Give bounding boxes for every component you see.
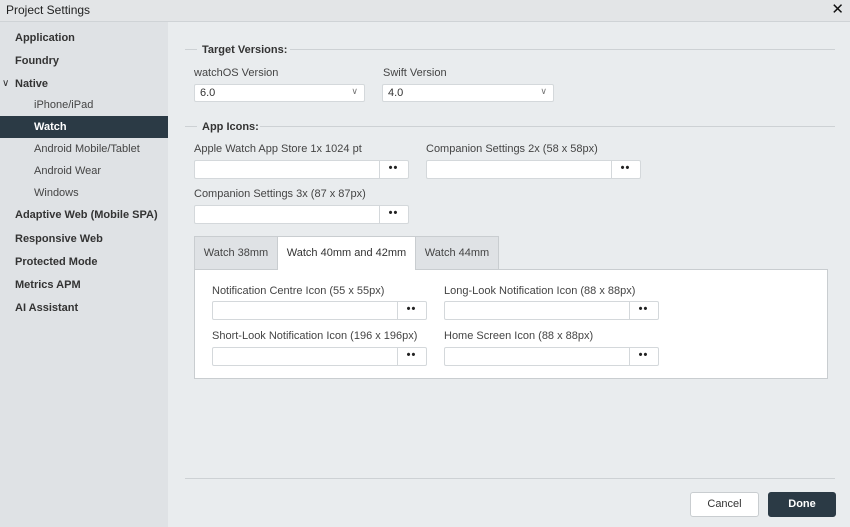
main-content: Target Versions: watchOS Version 6.0 ∨ S… bbox=[168, 22, 850, 527]
short-look-icon-browse-button[interactable]: •• bbox=[397, 348, 426, 365]
sidebar-item-label: Watch bbox=[34, 121, 67, 133]
notification-centre-icon-label: Notification Centre Icon (55 x 55px) bbox=[212, 285, 385, 297]
sidebar-item-label: Adaptive Web (Mobile SPA) bbox=[15, 209, 158, 221]
sidebar-item-android-wear[interactable]: Android Wear bbox=[0, 160, 168, 182]
tab-label: Watch 38mm bbox=[203, 247, 269, 259]
chevron-down-icon: ∨ bbox=[351, 86, 358, 96]
sidebar-item-label: Application bbox=[15, 32, 75, 44]
tab-watch-40mm-42mm[interactable]: Watch 40mm and 42mm bbox=[277, 236, 416, 270]
sidebar-item-label: Foundry bbox=[15, 55, 59, 67]
app-store-icon-input[interactable] bbox=[195, 161, 380, 178]
sidebar-item-label: AI Assistant bbox=[15, 302, 79, 314]
notification-centre-icon-input[interactable] bbox=[213, 302, 398, 319]
section-divider bbox=[260, 126, 835, 127]
app-icons-title: App Icons: bbox=[202, 121, 259, 133]
sidebar-item-native[interactable]: ∨ Native bbox=[0, 73, 168, 95]
done-button[interactable]: Done bbox=[768, 492, 836, 517]
sidebar-item-windows[interactable]: Windows bbox=[0, 182, 168, 204]
section-divider bbox=[185, 49, 197, 50]
sidebar-item-iphone-ipad[interactable]: iPhone/iPad bbox=[0, 94, 168, 116]
sidebar-item-ai-assistant[interactable]: AI Assistant bbox=[0, 297, 168, 319]
notification-centre-icon-field: •• bbox=[212, 301, 427, 320]
short-look-icon-input[interactable] bbox=[213, 348, 398, 365]
short-look-icon-field: •• bbox=[212, 347, 427, 366]
sidebar-item-label: Windows bbox=[34, 187, 79, 199]
sidebar-item-foundry[interactable]: Foundry bbox=[0, 50, 168, 72]
sidebar-item-android-mobile-tablet[interactable]: Android Mobile/Tablet bbox=[0, 138, 168, 160]
sidebar-item-label: Android Wear bbox=[34, 165, 102, 177]
companion-3x-icon-field: •• bbox=[194, 205, 409, 224]
long-look-icon-label: Long-Look Notification Icon (88 x 88px) bbox=[444, 285, 636, 297]
sidebar-item-metrics-apm[interactable]: Metrics APM bbox=[0, 274, 168, 296]
sidebar-item-application[interactable]: Application bbox=[0, 27, 168, 49]
home-screen-icon-input[interactable] bbox=[445, 348, 630, 365]
companion-2x-icon-browse-button[interactable]: •• bbox=[611, 161, 640, 178]
sidebar-item-label: Responsive Web bbox=[15, 233, 103, 245]
home-screen-icon-browse-button[interactable]: •• bbox=[629, 348, 658, 365]
section-divider bbox=[290, 49, 835, 50]
long-look-icon-input[interactable] bbox=[445, 302, 630, 319]
tab-watch-44mm[interactable]: Watch 44mm bbox=[415, 236, 499, 269]
notification-centre-icon-browse-button[interactable]: •• bbox=[397, 302, 426, 319]
watchos-version-select[interactable]: 6.0 ∨ bbox=[194, 84, 365, 102]
companion-3x-icon-label: Companion Settings 3x (87 x 87px) bbox=[194, 188, 366, 200]
companion-2x-icon-input[interactable] bbox=[427, 161, 612, 178]
close-icon[interactable]: ✕ bbox=[831, 1, 844, 19]
app-store-icon-field: •• bbox=[194, 160, 409, 179]
app-store-icon-label: Apple Watch App Store 1x 1024 pt bbox=[194, 143, 362, 155]
sidebar-item-protected-mode[interactable]: Protected Mode bbox=[0, 251, 168, 273]
sidebar-item-responsive-web[interactable]: Responsive Web bbox=[0, 228, 168, 250]
swift-version-label: Swift Version bbox=[383, 67, 447, 79]
sidebar-item-label: Android Mobile/Tablet bbox=[34, 143, 140, 155]
title-bar: Project Settings ✕ bbox=[0, 0, 850, 22]
companion-2x-icon-label: Companion Settings 2x (58 x 58px) bbox=[426, 143, 598, 155]
sidebar-item-label: iPhone/iPad bbox=[34, 99, 94, 111]
cancel-button[interactable]: Cancel bbox=[690, 492, 759, 517]
sidebar-item-watch[interactable]: Watch bbox=[0, 116, 168, 138]
long-look-icon-field: •• bbox=[444, 301, 659, 320]
chevron-down-icon: ∨ bbox=[540, 86, 547, 96]
footer-divider bbox=[185, 478, 835, 479]
swift-version-value: 4.0 bbox=[388, 87, 404, 99]
companion-3x-icon-input[interactable] bbox=[195, 206, 380, 223]
window-title: Project Settings bbox=[6, 3, 91, 17]
sidebar: Application Foundry ∨ Native iPhone/iPad … bbox=[0, 22, 168, 527]
section-divider bbox=[185, 126, 197, 127]
sidebar-item-label: Native bbox=[15, 78, 49, 90]
tab-label: Watch 44mm bbox=[424, 247, 490, 259]
sidebar-item-label: Protected Mode bbox=[15, 256, 98, 268]
tab-panel: Notification Centre Icon (55 x 55px) •• … bbox=[194, 269, 828, 379]
home-screen-icon-field: •• bbox=[444, 347, 659, 366]
companion-2x-icon-field: •• bbox=[426, 160, 641, 179]
companion-3x-icon-browse-button[interactable]: •• bbox=[379, 206, 408, 223]
swift-version-select[interactable]: 4.0 ∨ bbox=[382, 84, 554, 102]
sidebar-item-label: Metrics APM bbox=[15, 279, 81, 291]
watchos-version-value: 6.0 bbox=[200, 87, 216, 99]
tab-watch-38mm[interactable]: Watch 38mm bbox=[194, 236, 278, 269]
watchos-version-label: watchOS Version bbox=[194, 67, 279, 79]
target-versions-title: Target Versions: bbox=[202, 44, 288, 56]
app-store-icon-browse-button[interactable]: •• bbox=[379, 161, 408, 178]
chevron-down-icon: ∨ bbox=[2, 78, 10, 89]
home-screen-icon-label: Home Screen Icon (88 x 88px) bbox=[444, 330, 594, 342]
sidebar-item-adaptive-web[interactable]: Adaptive Web (Mobile SPA) bbox=[0, 204, 168, 226]
tab-label: Watch 40mm and 42mm bbox=[286, 247, 407, 259]
short-look-icon-label: Short-Look Notification Icon (196 x 196p… bbox=[212, 330, 418, 342]
long-look-icon-browse-button[interactable]: •• bbox=[629, 302, 658, 319]
